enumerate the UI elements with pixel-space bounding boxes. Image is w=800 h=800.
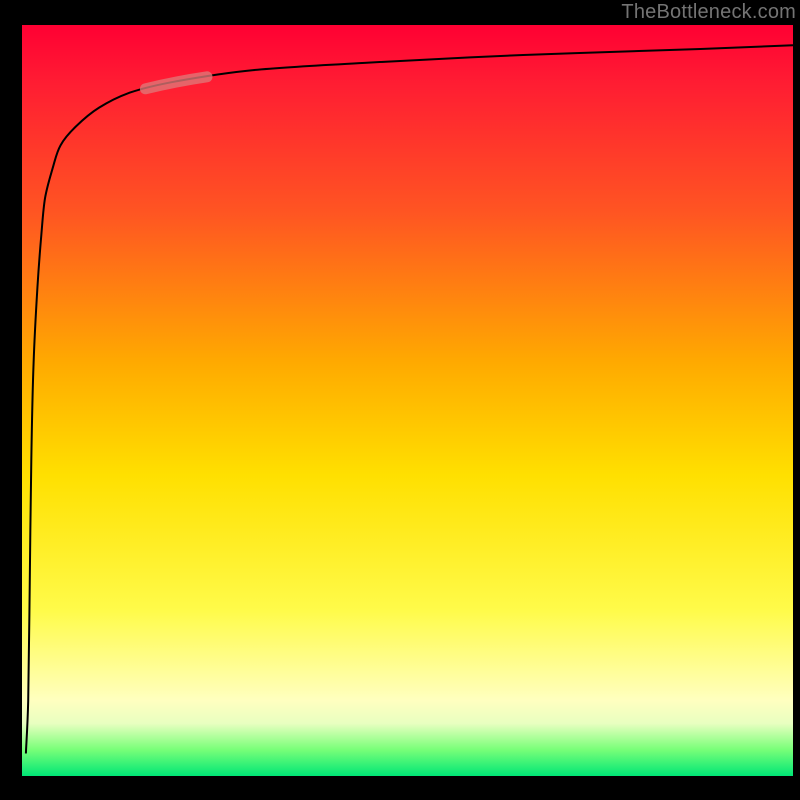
chart-stage: TheBottleneck.com: [0, 0, 800, 800]
chart-plot-area: [22, 25, 793, 776]
attribution-text: TheBottleneck.com: [621, 1, 796, 24]
